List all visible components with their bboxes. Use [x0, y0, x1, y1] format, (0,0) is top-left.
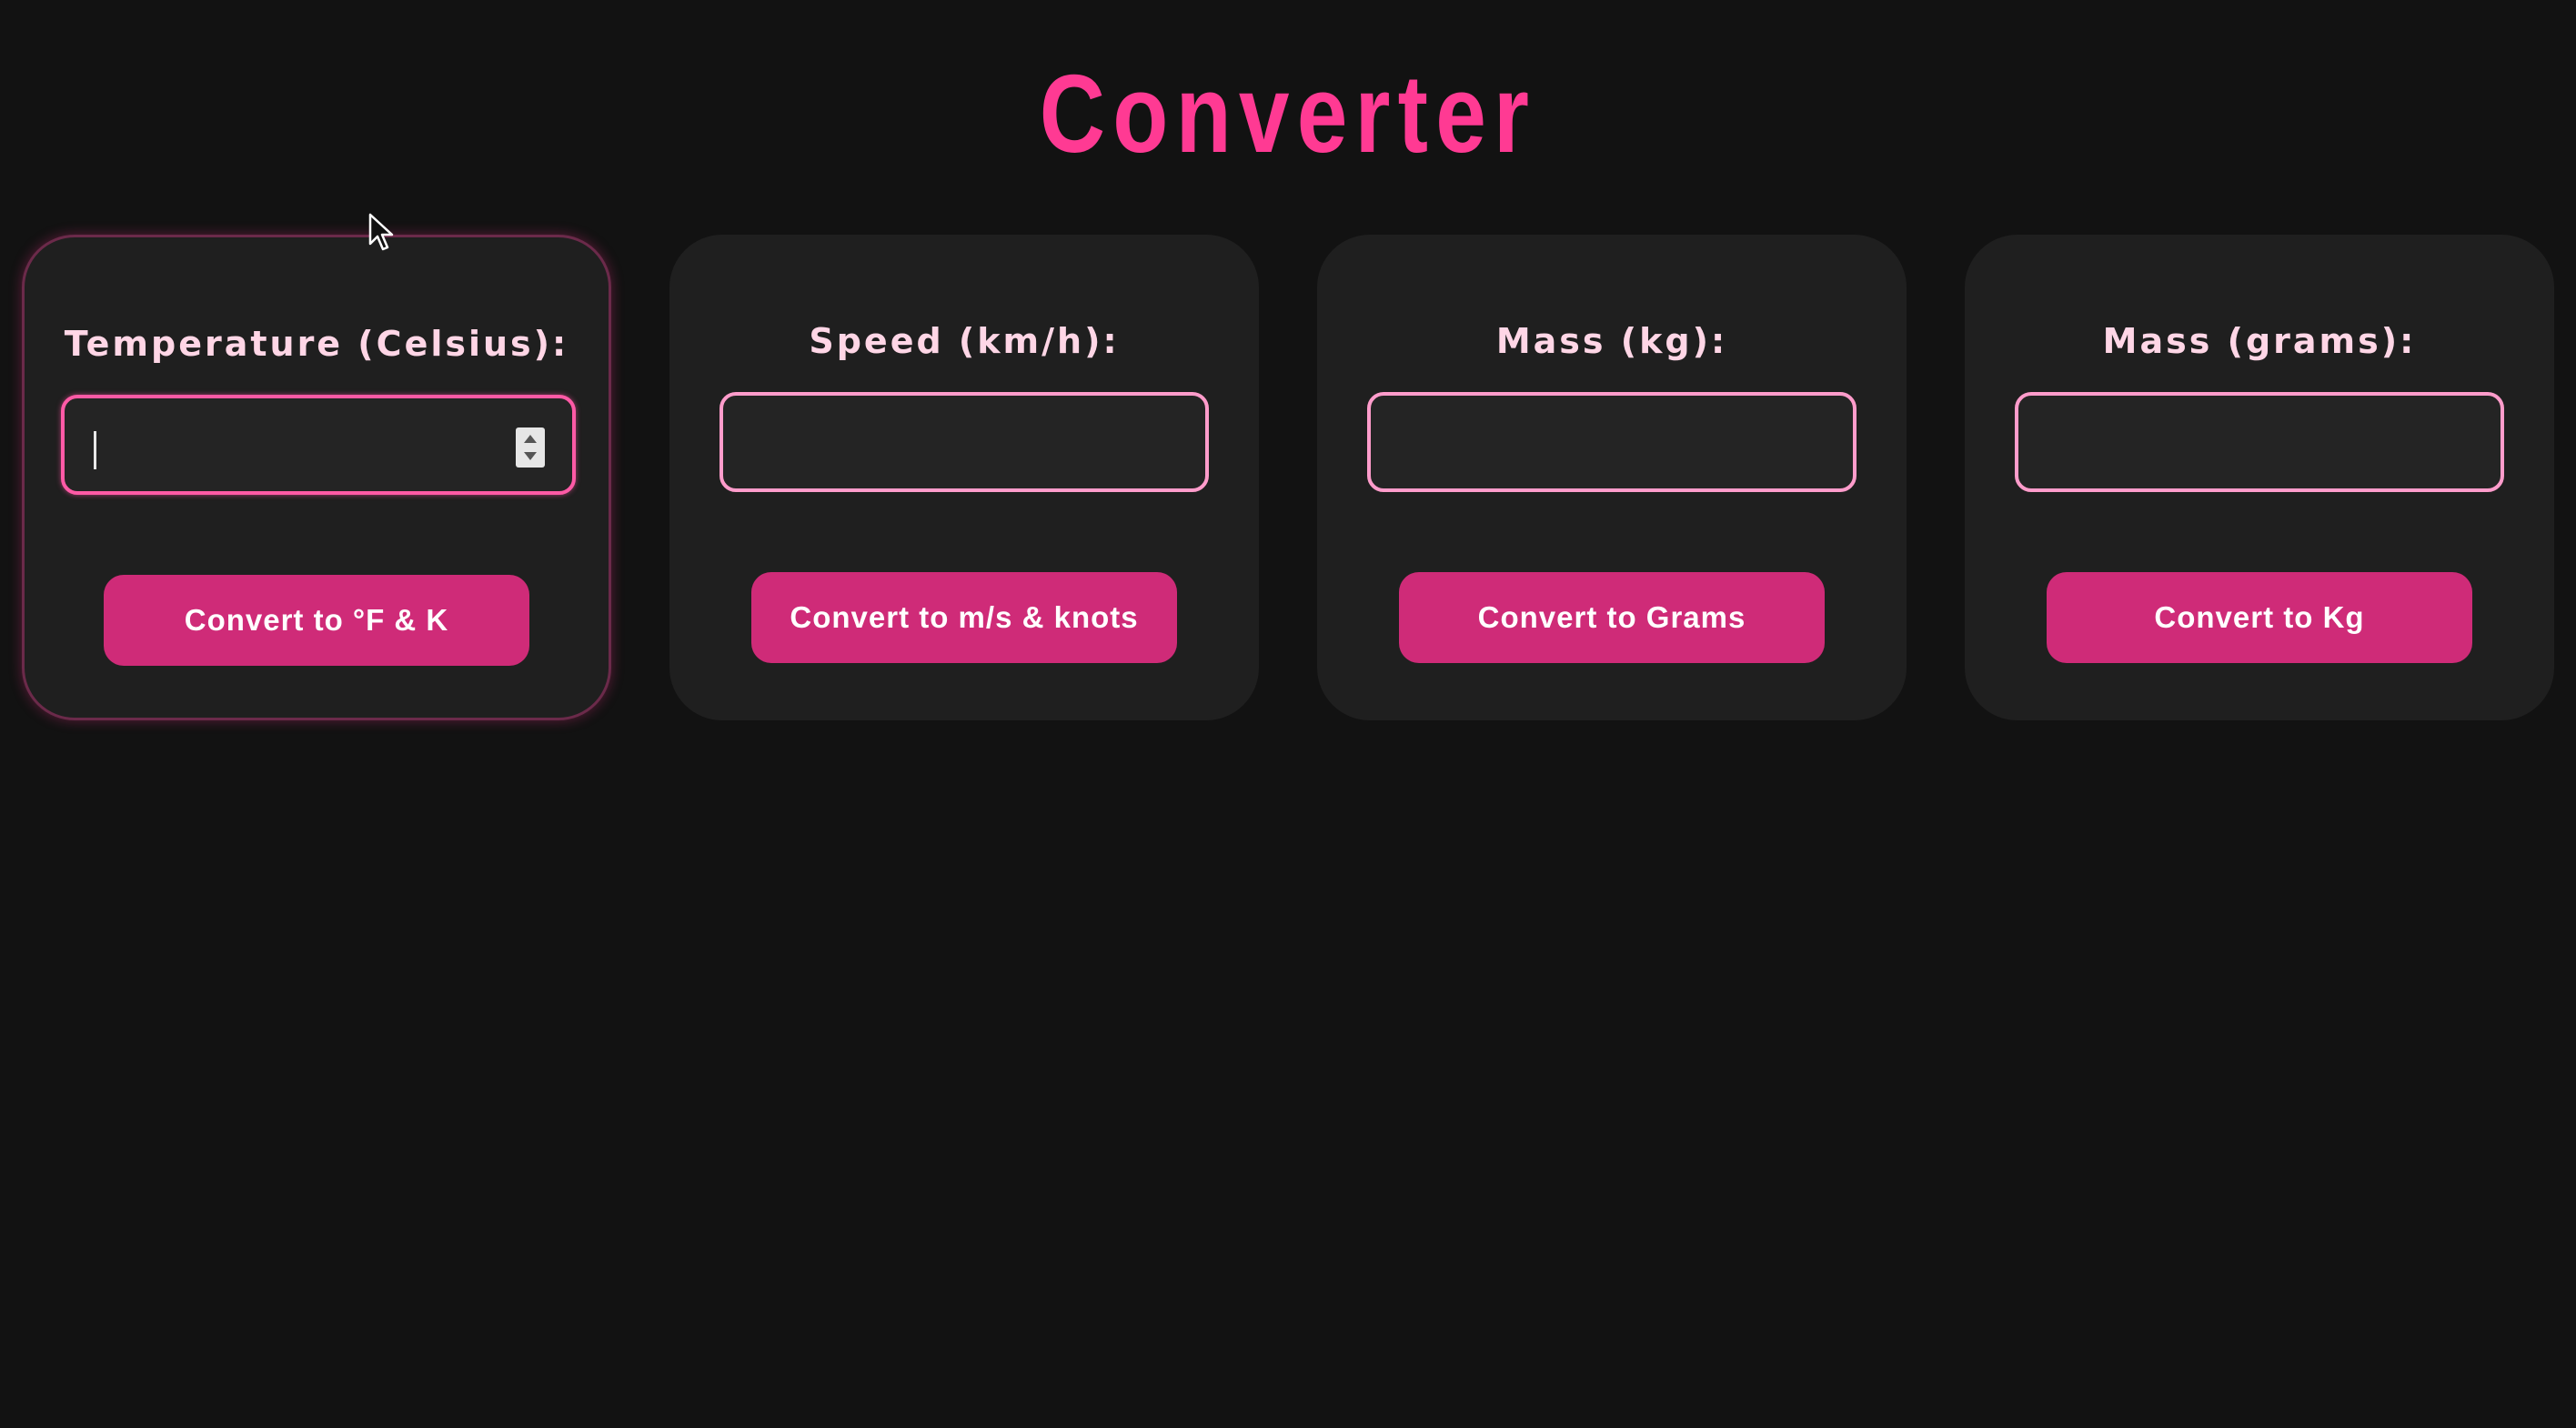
- temperature-input[interactable]: [88, 415, 438, 477]
- mass-kg-input-field[interactable]: [1367, 392, 1857, 492]
- speed-input-field[interactable]: [719, 392, 1209, 492]
- convert-to-kg-button[interactable]: Convert to Kg: [2047, 572, 2472, 663]
- temperature-input-field[interactable]: [61, 395, 576, 495]
- mass-kg-input[interactable]: [1394, 412, 1744, 474]
- mass-kg-label: Mass (kg):: [1495, 321, 1728, 361]
- mass-grams-card: Mass (grams): Convert to Kg: [1965, 235, 2554, 720]
- speed-input[interactable]: [747, 412, 1096, 474]
- text-caret: [94, 431, 96, 469]
- convert-to-grams-button[interactable]: Convert to Grams: [1399, 572, 1825, 663]
- convert-speed-button[interactable]: Convert to m/s & knots: [751, 572, 1177, 663]
- page-title: Converter: [1039, 52, 1537, 176]
- temperature-card: Temperature (Celsius): Convert to °F & K: [22, 235, 611, 720]
- speed-label: Speed (km/h):: [809, 321, 1120, 361]
- mass-grams-input[interactable]: [2042, 412, 2391, 474]
- mass-grams-input-field[interactable]: [2015, 392, 2504, 492]
- mass-kg-card: Mass (kg): Convert to Grams: [1317, 235, 1907, 720]
- spinner-down-icon[interactable]: [524, 452, 537, 460]
- mouse-pointer-icon: [368, 213, 394, 251]
- temperature-label: Temperature (Celsius):: [64, 324, 569, 364]
- spinner-up-icon[interactable]: [524, 435, 537, 443]
- mass-grams-label: Mass (grams):: [2102, 321, 2417, 361]
- number-spinner-icon[interactable]: [516, 427, 545, 468]
- convert-temperature-button[interactable]: Convert to °F & K: [104, 575, 529, 666]
- speed-card: Speed (km/h): Convert to m/s & knots: [669, 235, 1259, 720]
